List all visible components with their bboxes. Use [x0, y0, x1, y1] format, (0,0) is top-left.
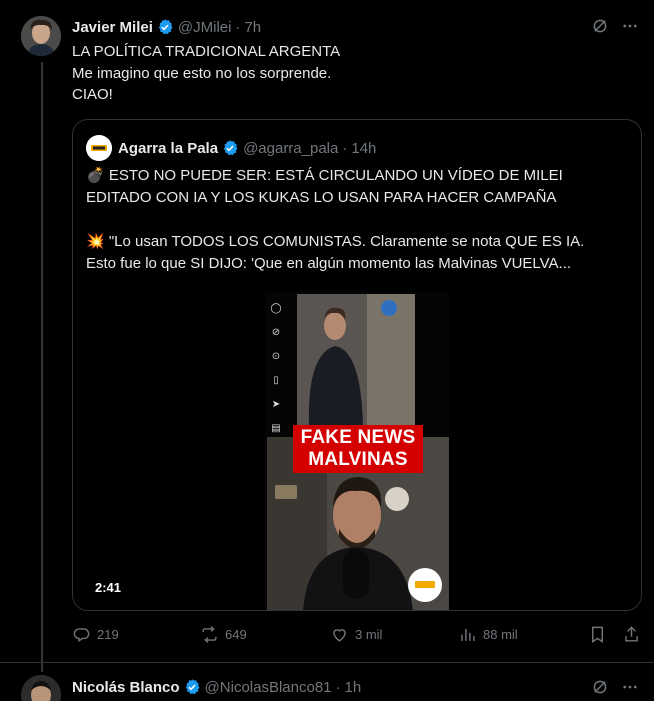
- next-tweet-header: Nicolás Blanco @NicolasBlanco81 · 1h: [72, 677, 361, 697]
- tweet-header: Javier Milei @JMilei · 7h: [72, 17, 261, 37]
- like-button[interactable]: 3 mil: [330, 625, 382, 644]
- views-count: 88 mil: [483, 627, 518, 642]
- separator-dot: ·: [235, 18, 241, 36]
- repost-button[interactable]: 649: [200, 625, 247, 644]
- tweet-line: Me imagino que esto no los sorprende.: [72, 64, 332, 82]
- bookmark-icon: [592, 626, 603, 643]
- quoted-line: EDITADO CON IA Y LOS KUKAS LO USAN PARA …: [86, 189, 557, 206]
- quoted-author-handle[interactable]: @agarra_pala: [243, 140, 338, 157]
- grok-icon[interactable]: [590, 677, 610, 697]
- thread-line: [41, 62, 43, 672]
- grok-icon: ⊘: [271, 327, 281, 338]
- share-button[interactable]: [622, 625, 641, 644]
- next-tweet[interactable]: Nicolás Blanco @NicolasBlanco81 · 1h: [0, 662, 654, 701]
- header-actions: [590, 16, 640, 36]
- overlay-line: FAKE NEWS: [300, 427, 416, 448]
- bookmark-icon: ▯: [273, 375, 279, 386]
- quoted-avatar[interactable]: [86, 135, 112, 161]
- overlay-line: MALVINAS: [308, 449, 408, 470]
- quoted-line: 💣 ESTO NO PUEDE SER: ESTÁ CIRCULANDO UN …: [86, 167, 563, 184]
- avatar[interactable]: [21, 16, 61, 56]
- grok-icon[interactable]: [590, 16, 610, 36]
- separator-dot: ·: [342, 139, 348, 157]
- tweet-line: CIAO!: [72, 86, 113, 103]
- video-player[interactable]: ◯ ⊘ ⊙ ▯ ➤ ▤ FAKE NEWS MALVINAS 2:41: [73, 292, 641, 610]
- timestamp[interactable]: 7h: [244, 19, 261, 36]
- verified-icon: [158, 19, 173, 35]
- timestamp[interactable]: 1h: [345, 679, 362, 696]
- bookmark-button[interactable]: [588, 625, 607, 644]
- author-name[interactable]: Nicolás Blanco: [72, 679, 180, 696]
- notes-icon: ▤: [271, 423, 281, 434]
- tweet[interactable]: Javier Milei @JMilei · 7h LA POLÍTICA TR…: [0, 0, 654, 672]
- repost-count: 649: [225, 627, 247, 642]
- next-avatar[interactable]: [21, 675, 61, 701]
- author-name[interactable]: Javier Milei: [72, 19, 153, 36]
- quoted-tweet-header: Agarra la Pala @agarra_pala · 14h: [86, 135, 376, 161]
- quoted-line: Esto fue lo que SI DIJO: 'Que en algún m…: [86, 255, 572, 272]
- quoted-timestamp[interactable]: 14h: [351, 140, 376, 157]
- quoted-author-name[interactable]: Agarra la Pala: [118, 140, 218, 157]
- verified-icon: [223, 140, 238, 156]
- heart-icon: [333, 629, 346, 642]
- tweet-text: LA POLÍTICA TRADICIONAL ARGENTA Me imagi…: [72, 41, 340, 106]
- views-button[interactable]: 88 mil: [458, 625, 518, 644]
- tweet-actions: 219 649 3 mil 88 mil: [72, 625, 642, 647]
- fake-news-overlay: FAKE NEWS MALVINAS: [293, 425, 423, 473]
- like-count: 3 mil: [355, 627, 383, 642]
- quoted-tweet[interactable]: Agarra la Pala @agarra_pala · 14h 💣 ESTO…: [72, 119, 642, 611]
- more-icon[interactable]: [620, 677, 640, 697]
- reply-icon: [73, 628, 90, 643]
- comment-icon: ◯: [270, 303, 282, 314]
- reply-button[interactable]: 219: [72, 625, 119, 644]
- more-icon[interactable]: [620, 16, 640, 36]
- check-icon: ⊙: [271, 351, 281, 362]
- repost-icon: [202, 626, 217, 643]
- video-frame[interactable]: ◯ ⊘ ⊙ ▯ ➤ ▤ FAKE NEWS MALVINAS: [265, 292, 449, 610]
- views-icon: [461, 628, 475, 641]
- quoted-line: 💥 "Lo usan TODOS LOS COMUNISTAS. Clarame…: [86, 233, 585, 250]
- author-handle[interactable]: @NicolasBlanco81: [205, 679, 332, 696]
- video-duration: 2:41: [95, 580, 122, 595]
- video-side-icons: ◯ ⊘ ⊙ ▯ ➤ ▤: [270, 302, 284, 436]
- header-actions: [590, 677, 640, 697]
- separator-dot: ·: [335, 678, 341, 696]
- author-handle[interactable]: @JMilei: [178, 19, 232, 36]
- verified-icon: [185, 679, 200, 695]
- tweet-line: LA POLÍTICA TRADICIONAL ARGENTA: [72, 43, 341, 60]
- video-top-clip: [297, 294, 415, 426]
- share-icon: [625, 626, 638, 642]
- reply-count: 219: [97, 627, 119, 642]
- send-icon: ➤: [271, 399, 281, 410]
- quoted-tweet-text: 💣 ESTO NO PUEDE SER: ESTÁ CIRCULANDO UN …: [86, 165, 631, 275]
